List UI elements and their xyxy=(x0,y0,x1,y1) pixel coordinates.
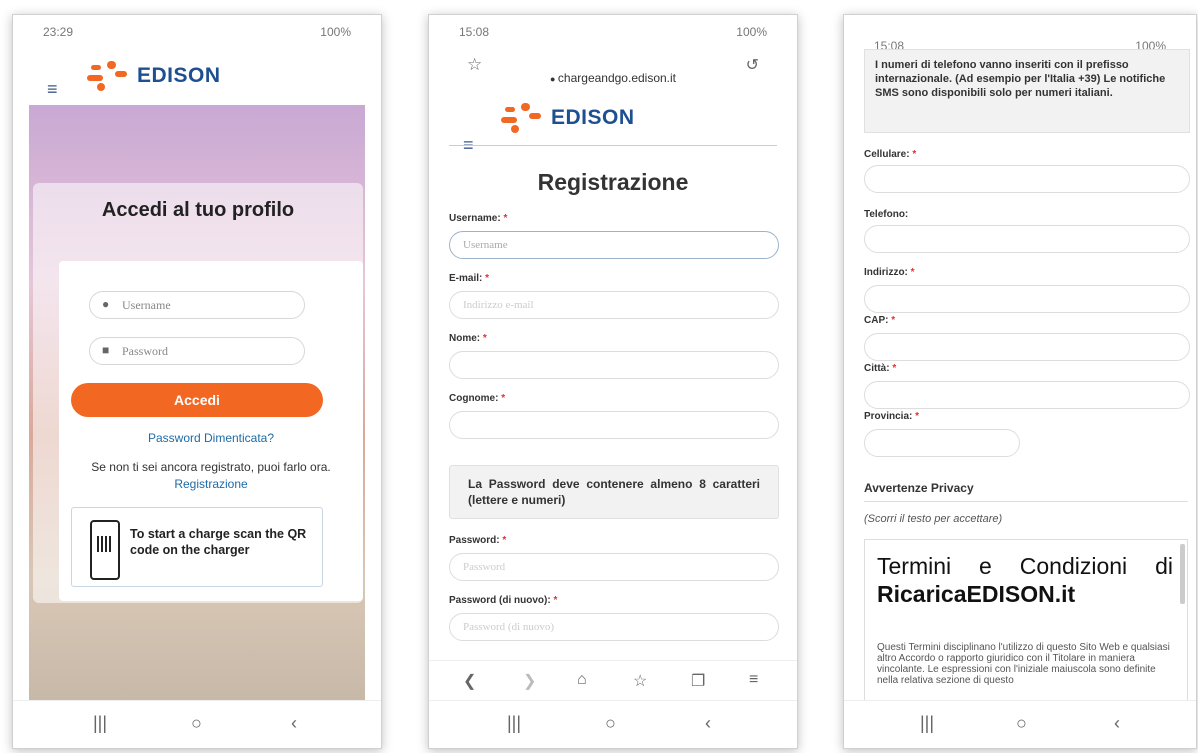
site-info-icon: ● xyxy=(549,74,558,84)
city-label: Città: * xyxy=(864,363,897,374)
terms-body: Questi Termini disciplinano l'utilizzo d… xyxy=(877,642,1170,686)
reload-icon[interactable]: ↺ xyxy=(746,55,759,75)
edison-logo-text: EDISON xyxy=(551,106,635,129)
password-label: Password: * xyxy=(449,535,507,546)
mobile-field[interactable] xyxy=(864,165,1190,193)
menu-icon[interactable]: ≡ xyxy=(47,79,58,100)
username-label: Username: * xyxy=(449,213,508,224)
password-confirm-field[interactable]: Password (di nuovo) xyxy=(449,613,779,641)
qr-hint-text: To start a charge scan the QR code on th… xyxy=(130,527,307,557)
terms-scrollbar[interactable] xyxy=(1180,544,1185,604)
back-nav-icon[interactable]: ‹ xyxy=(291,713,297,734)
phone-registration-details-screen: 15:08 100% I numeri di telefono vanno in… xyxy=(843,14,1197,749)
password-requirement-note: La Password deve contenere almeno 8 cara… xyxy=(449,465,779,519)
back-nav-icon[interactable]: ‹ xyxy=(1114,713,1120,734)
battery-level: 100% xyxy=(736,25,767,39)
email-field[interactable]: Indirizzo e-mail xyxy=(449,291,779,319)
password-placeholder: Password xyxy=(122,344,169,358)
province-label: Provincia: * xyxy=(864,411,920,422)
bookmark-star-icon[interactable]: ☆ xyxy=(633,671,647,691)
email-label: E-mail: * xyxy=(449,273,490,284)
overflow-menu-icon[interactable]: ≡ xyxy=(749,671,758,689)
edison-logo-mark xyxy=(87,59,131,93)
province-field[interactable] xyxy=(864,429,1020,457)
zip-field[interactable] xyxy=(864,333,1190,361)
password-confirm-label: Password (di nuovo): * xyxy=(449,595,558,606)
register-prompt: Se non ti sei ancora registrato, puoi fa… xyxy=(91,460,331,474)
username-input[interactable]: ● Username xyxy=(89,291,305,319)
zip-label: CAP: * xyxy=(864,315,896,326)
password-input[interactable]: ■ Password xyxy=(89,337,305,365)
phone-login-screen: 23:29 100% ≡ EDISON Accedi al tuo profil… xyxy=(12,14,382,749)
forward-icon[interactable]: ❯ xyxy=(523,671,536,691)
edison-logo: EDISON xyxy=(87,59,221,93)
url-text: chargeandgo.edison.it xyxy=(557,71,677,85)
phone-qr-icon xyxy=(90,520,120,580)
edison-logo: EDISON xyxy=(501,101,635,135)
city-field[interactable] xyxy=(864,381,1190,409)
terms-heading: Termini e Condizioni di RicaricaEDISON.i… xyxy=(877,553,1173,607)
home-circle-icon[interactable]: ○ xyxy=(605,713,616,734)
recents-icon[interactable]: ||| xyxy=(920,713,934,734)
page-title: Registrazione xyxy=(537,169,689,195)
divider xyxy=(449,145,777,146)
status-bar: 15:08 100% xyxy=(429,15,797,45)
tabs-icon[interactable]: ❐ xyxy=(691,671,705,691)
name-field[interactable] xyxy=(449,351,779,379)
username-placeholder: Username xyxy=(122,298,171,312)
edison-logo-mark xyxy=(501,101,545,135)
back-icon[interactable]: ❮ xyxy=(463,671,476,691)
address-field[interactable] xyxy=(864,285,1190,313)
home-circle-icon[interactable]: ○ xyxy=(191,713,202,734)
status-time: 15:08 xyxy=(459,25,490,39)
home-circle-icon[interactable]: ○ xyxy=(1016,713,1027,734)
status-bar: 23:29 100% xyxy=(13,15,381,45)
phone-label: Telefono: xyxy=(864,209,909,220)
address-label: Indirizzo: * xyxy=(864,267,915,278)
surname-label: Cognome: * xyxy=(449,393,506,404)
lock-icon: ■ xyxy=(102,343,110,357)
user-icon: ● xyxy=(102,297,110,311)
username-field[interactable]: Username xyxy=(449,231,779,259)
password-field[interactable]: Password xyxy=(449,553,779,581)
status-bar: 15:08 100% xyxy=(844,15,1196,53)
recents-icon[interactable]: ||| xyxy=(93,713,107,734)
terms-scroll-box[interactable]: Termini e Condizioni di RicaricaEDISON.i… xyxy=(864,539,1188,705)
back-nav-icon[interactable]: ‹ xyxy=(705,713,711,734)
mobile-label: Cellulare: * xyxy=(864,149,917,160)
android-nav-bar: ||| ○ ‹ xyxy=(429,700,797,748)
forgot-password-link[interactable]: Password Dimenticata? xyxy=(59,431,363,445)
privacy-title: Avvertenze Privacy xyxy=(864,481,974,495)
qr-hint-box: To start a charge scan the QR code on th… xyxy=(71,507,323,587)
divider xyxy=(864,501,1188,502)
page-title: Accedi al tuo profilo xyxy=(101,199,295,221)
surname-field[interactable] xyxy=(449,411,779,439)
privacy-hint: (Scorri il testo per accettare) xyxy=(864,513,1003,525)
home-icon[interactable]: ⌂ xyxy=(577,671,587,689)
name-label: Nome: * xyxy=(449,333,487,344)
recents-icon[interactable]: ||| xyxy=(507,713,521,734)
battery-level: 100% xyxy=(320,25,351,39)
phone-registration-screen: 15:08 100% ☆ ● chargeandgo.edison.it ↺ ≡… xyxy=(428,14,798,749)
address-bar[interactable]: ● chargeandgo.edison.it xyxy=(429,71,797,85)
edison-logo-text: EDISON xyxy=(137,64,221,87)
login-button[interactable]: Accedi xyxy=(71,383,323,417)
register-link[interactable]: Registrazione xyxy=(59,477,363,491)
phone-field[interactable] xyxy=(864,225,1190,253)
android-nav-bar: ||| ○ ‹ xyxy=(13,700,381,748)
android-nav-bar: ||| ○ ‹ xyxy=(844,700,1196,748)
browser-toolbar: ❮ ❯ ⌂ ☆ ❐ ≡ xyxy=(429,660,797,700)
status-time: 23:29 xyxy=(43,25,74,39)
phone-number-info: I numeri di telefono vanno inseriti con … xyxy=(864,49,1190,133)
